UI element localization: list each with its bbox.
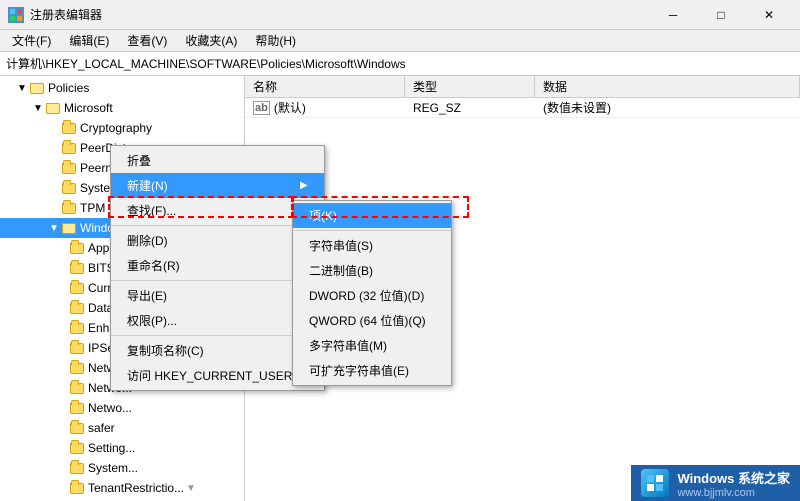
maximize-button[interactable]: □ xyxy=(698,0,744,30)
window: 注册表编辑器 ─ □ ✕ 文件(F) 编辑(E) 查看(V) 收藏夹(A) 帮助… xyxy=(0,0,800,501)
folder-icon xyxy=(45,100,61,116)
sub-ctx-string[interactable]: 字符串值(S) xyxy=(293,233,451,258)
menu-favorites[interactable]: 收藏夹(A) xyxy=(177,30,245,51)
right-header: 名称 类型 数据 xyxy=(245,76,800,98)
col-header-data: 数据 xyxy=(535,76,800,97)
watermark-line2: www.bjjmlv.com xyxy=(677,487,790,499)
ab-icon: ab xyxy=(253,101,270,115)
folder-icon xyxy=(61,160,77,176)
sub-ctx-binary[interactable]: 二进制值(B) xyxy=(293,258,451,283)
ctx-new[interactable]: 新建(N) ▶ xyxy=(111,173,324,198)
scroll-indicator: ▼ xyxy=(186,483,196,494)
folder-icon xyxy=(69,240,85,256)
tree-label: Setting... xyxy=(88,441,135,455)
tree-item-safer[interactable]: ▶ safer xyxy=(0,418,244,438)
sub-ctx-multistring[interactable]: 多字符串值(M) xyxy=(293,333,451,358)
folder-icon xyxy=(69,360,85,376)
menu-file[interactable]: 文件(F) xyxy=(4,30,59,51)
tree-label: Policies xyxy=(48,81,89,95)
sub-ctx-key[interactable]: 项(K) xyxy=(293,203,451,228)
title-bar-left: 注册表编辑器 xyxy=(8,6,102,23)
address-path: 计算机\HKEY_LOCAL_MACHINE\SOFTWARE\Policies… xyxy=(6,55,406,72)
folder-icon xyxy=(69,380,85,396)
tree-item-system[interactable]: ▶ System... xyxy=(0,458,244,478)
folder-icon xyxy=(61,220,77,236)
folder-icon xyxy=(61,120,77,136)
folder-icon xyxy=(69,480,85,496)
tree-label: Microsoft xyxy=(64,101,113,115)
title-bar: 注册表编辑器 ─ □ ✕ xyxy=(0,0,800,30)
minimize-button[interactable]: ─ xyxy=(650,0,696,30)
folder-icon xyxy=(69,340,85,356)
menu-help[interactable]: 帮助(H) xyxy=(247,30,304,51)
close-button[interactable]: ✕ xyxy=(746,0,792,30)
folder-icon xyxy=(61,200,77,216)
app-icon xyxy=(8,7,24,23)
folder-icon xyxy=(29,80,45,96)
tree-item-netwo3[interactable]: ▶ Netwo... xyxy=(0,398,244,418)
title-bar-controls: ─ □ ✕ xyxy=(650,0,792,30)
menu-edit[interactable]: 编辑(E) xyxy=(61,30,117,51)
folder-icon xyxy=(69,260,85,276)
cell-name: ab (默认) xyxy=(245,97,405,118)
ctx-new-label: 新建(N) xyxy=(127,177,168,194)
col-header-type: 类型 xyxy=(405,76,535,97)
expand-arrow: ▼ xyxy=(48,222,60,234)
address-bar: 计算机\HKEY_LOCAL_MACHINE\SOFTWARE\Policies… xyxy=(0,52,800,76)
menu-bar: 文件(F) 编辑(E) 查看(V) 收藏夹(A) 帮助(H) xyxy=(0,30,800,52)
tree-label: TenantRestrictio... xyxy=(88,481,184,495)
tree-label: safer xyxy=(88,421,115,435)
watermark: Windows 系统之家 www.bjjmlv.com xyxy=(631,465,800,501)
tree-item-cryptography[interactable]: ▶ Cryptography xyxy=(0,118,244,138)
tree-label: System... xyxy=(88,461,138,475)
menu-view[interactable]: 查看(V) xyxy=(119,30,175,51)
sub-separator xyxy=(293,230,451,231)
sub-context-menu: 项(K) 字符串值(S) 二进制值(B) DWORD (32 位值)(D) QW… xyxy=(292,200,452,386)
sub-ctx-dword[interactable]: DWORD (32 位值)(D) xyxy=(293,283,451,308)
ctx-collapse[interactable]: 折叠 xyxy=(111,148,324,173)
folder-icon xyxy=(69,300,85,316)
folder-icon xyxy=(61,140,77,156)
watermark-text: Windows 系统之家 www.bjjmlv.com xyxy=(677,468,790,499)
watermark-icon xyxy=(641,469,669,497)
cell-type: REG_SZ xyxy=(405,99,535,117)
folder-icon xyxy=(69,440,85,456)
tree-item-tenant[interactable]: ▶ TenantRestrictio... ▼ xyxy=(0,478,244,498)
watermark-line1: Windows 系统之家 xyxy=(677,468,790,487)
folder-icon xyxy=(69,320,85,336)
sub-ctx-qword[interactable]: QWORD (64 位值)(Q) xyxy=(293,308,451,333)
tree-label: Netwo... xyxy=(88,401,132,415)
registry-row[interactable]: ab (默认) REG_SZ (数值未设置) xyxy=(245,98,800,118)
expand-arrow: ▼ xyxy=(16,82,28,94)
tree-label: Cryptography xyxy=(80,121,152,135)
cell-data: (数值未设置) xyxy=(535,97,800,118)
sub-ctx-expandstring[interactable]: 可扩充字符串值(E) xyxy=(293,358,451,383)
title-text: 注册表编辑器 xyxy=(30,6,102,23)
folder-icon xyxy=(69,280,85,296)
tree-item-setting[interactable]: ▶ Setting... xyxy=(0,438,244,458)
folder-icon xyxy=(69,420,85,436)
expand-arrow: ▼ xyxy=(32,102,44,114)
tree-item-policies[interactable]: ▼ Policies xyxy=(0,78,244,98)
folder-icon xyxy=(69,460,85,476)
tree-item-microsoft[interactable]: ▼ Microsoft xyxy=(0,98,244,118)
col-header-name: 名称 xyxy=(245,76,405,97)
row-name-text: (默认) xyxy=(274,99,306,116)
folder-icon xyxy=(69,400,85,416)
ctx-submenu-arrow: ▶ xyxy=(300,180,308,191)
tree-label: TPM xyxy=(80,201,105,215)
folder-icon xyxy=(61,180,77,196)
